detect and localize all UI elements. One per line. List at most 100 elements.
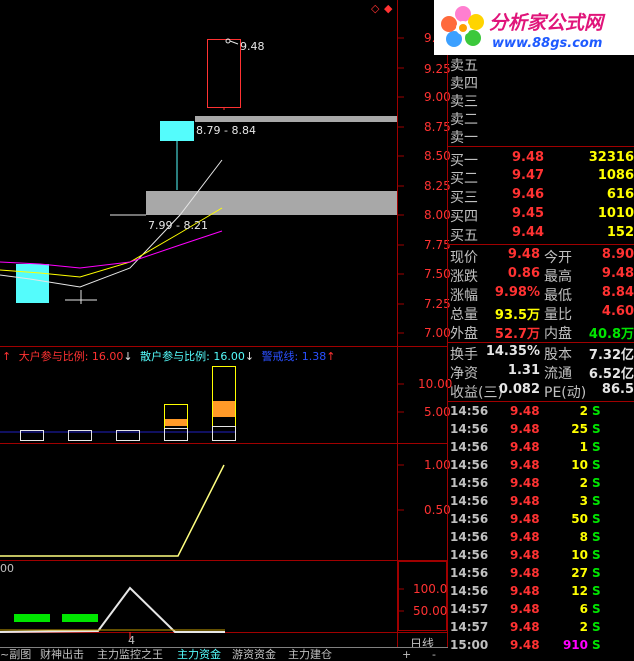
tick-time: 14:56 [450,404,489,418]
quote-value: 9.48 [507,247,540,262]
tick-row: 15:00 9.48 910 S [450,637,634,655]
buy-row[interactable]: 买一 9.48 32316 [450,149,634,169]
diamond-filled-icon[interactable]: ◆ [384,2,392,15]
buy-volume: 152 [606,225,634,240]
logo[interactable]: 分析家公式网 www.88gs.com [434,0,634,55]
buy-volume: 32316 [588,150,634,165]
tick-time: 14:56 [450,476,489,490]
sell-label: 卖五 [450,58,478,74]
quote-row: 净资 1.31 流通 6.52亿 [450,363,634,382]
tab-hot-money[interactable]: 游资资金 [232,649,276,661]
range-band-lower [146,191,397,215]
quote-label: 流通 [544,366,572,382]
quote-label: 外盘 [450,326,478,342]
tick-vol: 27 [571,566,588,580]
tick-side: S [592,440,601,454]
zoom-out-button[interactable]: - [432,649,436,661]
quote-value: 4.60 [601,304,634,319]
tick-row: 14:56 9.48 3 S [450,493,634,511]
tick-row: 14:56 9.48 10 S [450,547,634,565]
buy-row[interactable]: 买五 9.44 152 [450,224,634,244]
tick-vol: 6 [579,602,588,616]
high-marker-leader [229,40,239,45]
tick-time: 14:57 [450,602,489,616]
tick-time: 14:56 [450,422,489,436]
tick-price: 9.48 [510,530,540,544]
buy-label: 买四 [450,209,478,225]
tick-price: 9.48 [510,548,540,562]
quote-value: 9.48 [601,266,634,281]
tick-vol: 2 [579,620,588,634]
range-upper-label: 8.79 - 8.84 [196,124,256,137]
range-band-upper [195,116,397,122]
ind1-header: ↑ 大户参与比例: 16.00↓ 散户参与比例: 16.00↓ 警戒线: 1.3… [2,348,335,364]
tick-side: S [592,638,601,652]
tick-time: 14:56 [450,458,489,472]
tab-main-force-monitor[interactable]: 主力监控之王 [97,649,163,661]
tick-row: 14:56 9.48 10 S [450,457,634,475]
tick-vol: 10 [571,458,588,472]
quote-row: 现价 9.48 今开 8.90 [450,247,634,266]
buy-label: 买五 [450,228,478,244]
tab-sub-chart[interactable]: ~副图 [0,649,31,661]
tick-vol: 1 [579,440,588,454]
quote-row: 收益(三) 0.082 PE(动) 86.5 [450,382,634,401]
down-arrow-icon: ↓ [244,350,255,363]
buy-price: 9.44 [512,225,545,240]
buy-volume: 1086 [597,168,634,183]
tick-vol: 2 [579,476,588,490]
tick-side: S [592,584,601,598]
bottom-tabbar: ~副图 财神出击 主力监控之王 主力资金 游资资金 主力建仓 + - [0,647,448,661]
range-lower-label: 7.99 - 8.21 [148,219,208,232]
quote-value: 93.5万 [494,308,540,323]
quote-label: 最低 [544,288,572,304]
down-arrow-icon: ↓ [123,350,133,363]
tab-main-force-capital[interactable]: 主力资金 [177,649,221,661]
quote-value: 40.8万 [588,327,634,342]
tick-vol: 50 [571,512,588,526]
sell-label: 卖一 [450,130,478,146]
quote-label: 收益(三) [450,385,503,401]
quote-label: 换手 [450,347,478,363]
tick-time: 14:56 [450,512,489,526]
tick-row: 14:56 9.48 2 S [450,403,634,421]
tick-row: 14:56 9.48 25 S [450,421,634,439]
tick-price: 9.48 [510,404,540,418]
quote-label: 涨跌 [450,269,478,285]
sell-orderbook: 卖五 卖四 卖三 卖二 卖一 [450,55,634,147]
tick-price: 9.48 [510,584,540,598]
tick-row: 14:56 9.48 8 S [450,529,634,547]
buy-price: 9.46 [512,187,545,202]
quote-label: 内盘 [544,326,572,342]
quote-row: 外盘 52.7万 内盘 40.8万 [450,323,634,342]
sell-label: 卖二 [450,112,478,128]
tick-time: 14:56 [450,584,489,598]
tick-row: 14:56 9.48 50 S [450,511,634,529]
tick-price: 9.48 [510,494,540,508]
tick-time: 14:56 [450,548,489,562]
tick-side: S [592,404,601,418]
tick-time: 14:56 [450,530,489,544]
up-arrow-icon: ↑ [2,350,12,363]
tick-list[interactable]: 14:56 9.48 2 S 14:56 9.48 25 S 14:56 9.48 1 S 14:56 9… [0,402,634,660]
quote-value: 7.32亿 [588,348,634,363]
high-price-label: 9.48 [240,40,265,53]
buy-row[interactable]: 买二 9.47 1086 [450,167,634,187]
sell-label: 卖三 [450,94,478,110]
divider [448,342,634,343]
tick-price: 9.48 [510,440,540,454]
quote-value: 0.082 [498,382,540,397]
tick-price: 9.48 [510,458,540,472]
zoom-in-button[interactable]: + [402,649,411,661]
tab-main-force-build[interactable]: 主力建仓 [288,649,332,661]
tab-caishen[interactable]: 财神出击 [40,649,84,661]
buy-row[interactable]: 买三 9.46 616 [450,186,634,206]
tick-vol: 12 [571,584,588,598]
buy-row[interactable]: 买四 9.45 1010 [450,205,634,225]
divider [448,244,634,245]
diamond-outline-icon[interactable]: ◇ [371,2,379,15]
buy-price: 9.45 [512,206,545,221]
quote-row: 总量 93.5万 量比 4.60 [450,304,634,323]
tick-side: S [592,422,601,436]
tick-time: 14:57 [450,620,489,634]
